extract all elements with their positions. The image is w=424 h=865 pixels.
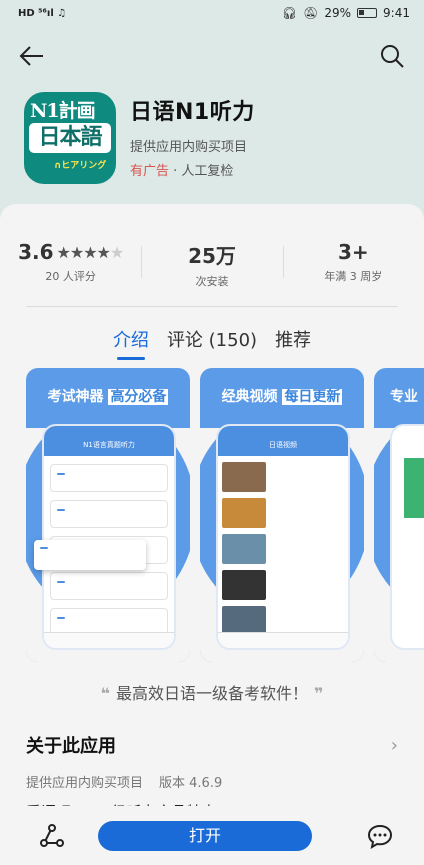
ad-label[interactable]: 有广告 <box>130 164 169 179</box>
battery-icon <box>357 8 378 18</box>
phone-tabbar <box>44 632 174 648</box>
tagline: ❝ 最高效日语一级备考软件！ ❞ <box>0 680 424 704</box>
screenshot-caption: 考试神器 高分必备 <box>47 389 169 405</box>
screenshot-carousel[interactable]: 考试神器 高分必备 N1语言真题听力 经典视频 每日更新 日语视频 专业 <box>26 368 424 662</box>
screenshot-caption: 专业 <box>390 389 418 405</box>
screenshot-caption: 经典视频 每日更新 <box>221 389 343 405</box>
review-label: · 人工复检 <box>169 164 234 179</box>
phone-screen-title: 日语视频 <box>218 426 348 456</box>
search-button[interactable] <box>376 40 408 72</box>
list-item <box>50 464 168 492</box>
phone-screen-title: N1语言真题听力 <box>44 426 174 456</box>
list-item <box>222 534 344 564</box>
about-version: 版本 4.6.9 <box>159 776 223 791</box>
list-item <box>222 570 344 600</box>
status-right: 🎧︎ 🔕︎ 29% 9:41 <box>282 6 410 20</box>
divider <box>26 306 398 307</box>
chat-bubble-icon <box>367 824 393 849</box>
app-iap-note: 提供应用内购买项目 <box>130 140 248 155</box>
stats-row: 3.6 ★★★★★ 20 人评分 25万 次安装 3+ 年满 3 周岁 <box>0 240 424 289</box>
quote-close-icon: ❞ <box>314 684 324 703</box>
phone-tabbar <box>218 632 348 648</box>
tab-bar: 介绍 评论 (150) 推荐 <box>0 326 424 360</box>
share-button[interactable] <box>36 820 68 852</box>
rating-value: 3.6 <box>18 240 54 264</box>
app-icon-main: 日本語 <box>29 123 111 153</box>
tagline-text: 最高效日语一级备考软件！ <box>115 684 308 703</box>
status-left: HD ⁵⁶ıl ♫ <box>18 7 67 19</box>
tab-recommend[interactable]: 推荐 <box>275 326 311 360</box>
tab-reviews[interactable]: 评论 (150) <box>167 326 257 360</box>
age-label: 年满 3 周岁 <box>324 270 383 283</box>
rating-stat[interactable]: 3.6 ★★★★★ 20 人评分 <box>0 240 141 289</box>
clock: 9:41 <box>383 6 410 20</box>
back-button[interactable] <box>16 40 48 72</box>
list-item <box>50 500 168 528</box>
open-button[interactable]: 打开 <box>98 820 312 851</box>
chevron-right-icon[interactable]: › <box>391 735 398 756</box>
decorative-block <box>404 458 424 518</box>
about-iap: 提供应用内购买项目 <box>26 776 144 791</box>
star-rating-icon: ★★★★★ <box>56 242 125 262</box>
floating-card <box>34 540 146 570</box>
rating-count: 20 人评分 <box>45 270 96 283</box>
screenshot-3[interactable]: 专业 <box>374 368 424 662</box>
list-item <box>222 462 344 492</box>
app-name: 日语N1听力 <box>130 100 255 125</box>
mute-icon: 🔕︎ <box>303 6 319 20</box>
status-bar: HD ⁵⁶ıl ♫ 🎧︎ 🔕︎ 29% 9:41 <box>0 0 424 26</box>
list-item <box>222 498 344 528</box>
installs-label: 次安装 <box>195 275 229 288</box>
installs-value: 25万 <box>188 244 236 268</box>
app-icon-small: ∩ヒアリング <box>54 161 107 171</box>
battery-percent: 29% <box>324 6 352 20</box>
screenshot-1[interactable]: 考试神器 高分必备 N1语言真题听力 <box>26 368 190 662</box>
quote-open-icon: ❝ <box>100 684 110 703</box>
bottom-bar: 打开 <box>0 806 424 865</box>
app-header: N1計画 日本語 ∩ヒアリング 日语N1听力 提供应用内购买项目 有广告 · 人… <box>24 92 255 184</box>
share-icon <box>40 823 64 847</box>
about-title: 关于此应用 <box>26 736 116 757</box>
list-item <box>50 572 168 600</box>
tab-intro[interactable]: 介绍 <box>113 326 149 360</box>
age-stat: 3+ 年满 3 周岁 <box>282 240 424 289</box>
detail-card: 3.6 ★★★★★ 20 人评分 25万 次安装 3+ 年满 3 周岁 介绍 评论… <box>0 204 424 865</box>
comment-button[interactable] <box>364 820 396 852</box>
phone-mockup: N1语言真题听力 <box>42 424 176 650</box>
phone-mockup: 日语视频 <box>216 424 350 650</box>
headset-icon: 🎧︎ <box>281 6 298 20</box>
search-icon <box>381 45 404 68</box>
age-value: 3+ <box>337 240 369 264</box>
arrow-left-icon <box>19 46 43 66</box>
app-info: 日语N1听力 提供应用内购买项目 有广告 · 人工复检 <box>130 92 255 184</box>
screenshot-2[interactable]: 经典视频 每日更新 日语视频 <box>200 368 364 662</box>
app-tags: 有广告 · 人工复检 <box>130 160 255 179</box>
top-nav <box>0 30 424 82</box>
app-icon-n1: N1計画 <box>30 100 96 122</box>
installs-stat: 25万 次安装 <box>141 240 282 289</box>
app-icon: N1計画 日本語 ∩ヒアリング <box>24 92 116 184</box>
